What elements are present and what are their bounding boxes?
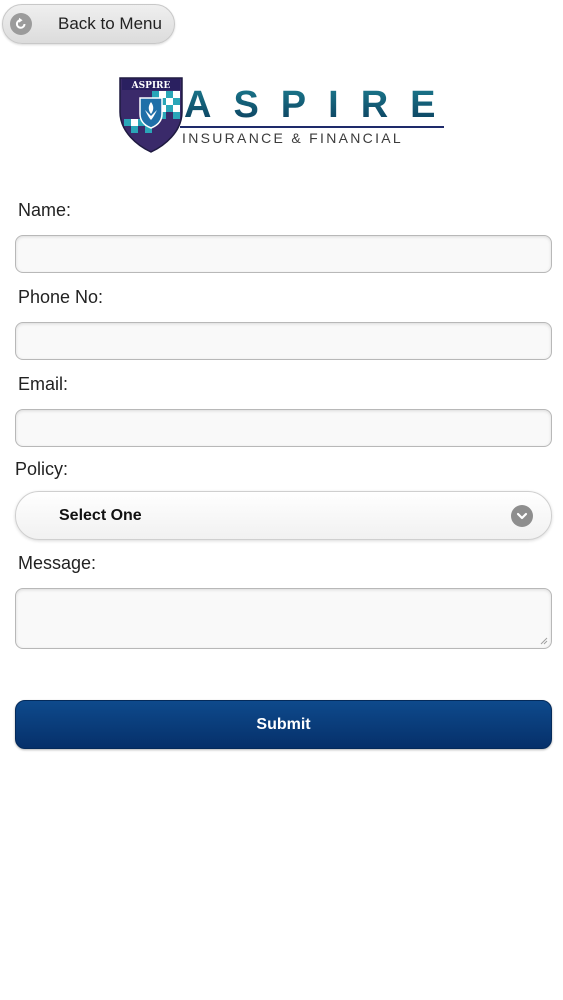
policy-select[interactable]: Select One xyxy=(15,491,552,540)
logo-wordmark: ASPIRE xyxy=(184,84,458,126)
message-label: Message: xyxy=(18,553,97,573)
email-input[interactable] xyxy=(15,409,552,447)
policy-label: Policy: xyxy=(15,459,69,479)
policy-selected-value: Select One xyxy=(59,506,142,524)
back-arrow-icon xyxy=(10,13,32,35)
logo-divider xyxy=(180,126,444,128)
aspire-logo: ASPIRE ASPIRE INSURANCE & FINANCIAL xyxy=(118,74,448,154)
logo-tagline: INSURANCE & FINANCIAL xyxy=(182,130,403,146)
back-to-menu-button[interactable]: Back to Menu xyxy=(2,4,175,44)
message-textarea[interactable] xyxy=(15,588,552,649)
name-label: Name: xyxy=(18,200,72,220)
phone-input[interactable] xyxy=(15,322,552,360)
submit-button[interactable]: Submit xyxy=(15,700,552,749)
resize-grip-icon[interactable] xyxy=(539,636,548,645)
chevron-down-icon xyxy=(511,505,533,527)
name-input[interactable] xyxy=(15,235,552,273)
back-to-menu-label: Back to Menu xyxy=(58,14,162,33)
phone-label: Phone No: xyxy=(18,287,104,307)
shield-emblem-icon: ASPIRE xyxy=(119,77,183,153)
emblem-text: ASPIRE xyxy=(131,81,171,91)
email-label: Email: xyxy=(18,374,69,394)
